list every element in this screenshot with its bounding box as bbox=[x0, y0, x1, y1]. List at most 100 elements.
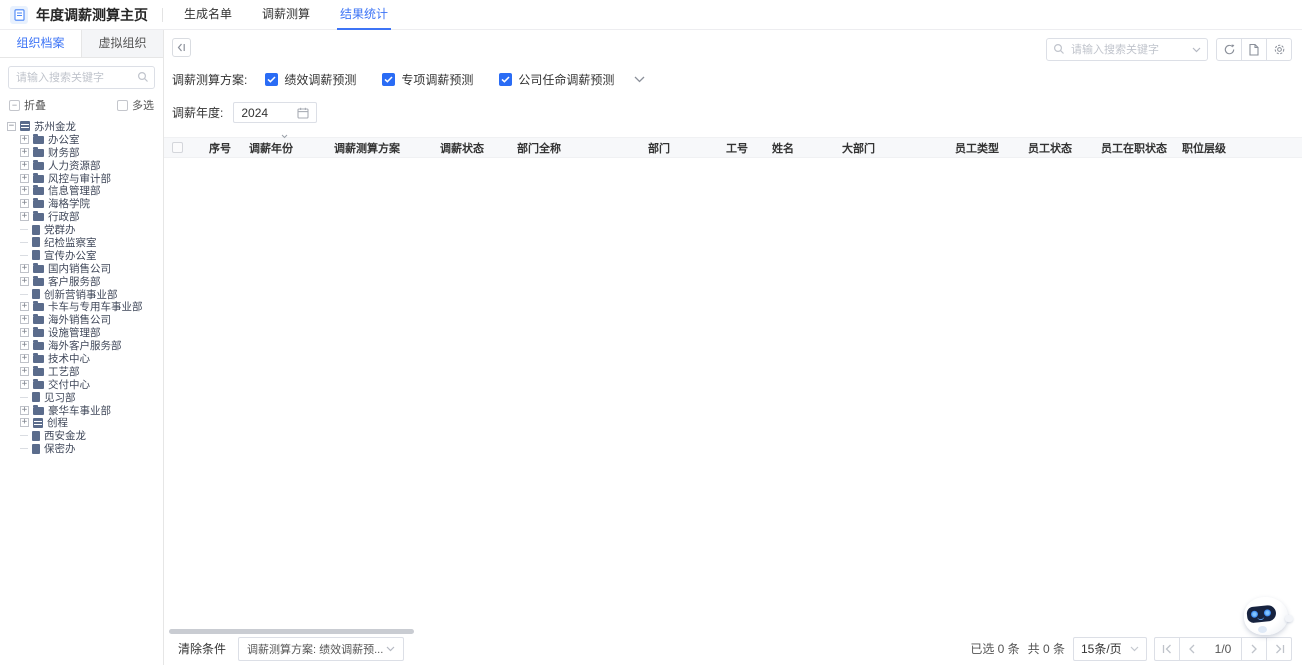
expand-node-icon[interactable]: + bbox=[20, 186, 29, 195]
tree-item[interactable]: +技术中心 bbox=[7, 352, 163, 365]
expand-node-icon[interactable]: + bbox=[20, 135, 29, 144]
expand-node-icon[interactable]: + bbox=[20, 367, 29, 376]
page-size-select[interactable]: 15条/页 bbox=[1073, 637, 1147, 661]
assistant-robot[interactable] bbox=[1244, 595, 1291, 637]
app-header: 年度调薪测算主页 生成名单调薪测算结果统计 bbox=[0, 0, 1302, 30]
header-divider bbox=[162, 8, 163, 22]
select-all-checkbox[interactable] bbox=[172, 142, 183, 153]
selected-count: 已选 0 条 bbox=[970, 640, 1019, 657]
prev-page-button[interactable] bbox=[1179, 637, 1205, 661]
checked-checkbox-icon[interactable] bbox=[265, 73, 278, 86]
expand-node-icon[interactable]: + bbox=[20, 174, 29, 183]
expand-node-icon[interactable]: + bbox=[20, 380, 29, 389]
folder-icon bbox=[33, 342, 44, 350]
filter-summary-select[interactable]: 调薪测算方案: 绩效调薪预... bbox=[238, 637, 404, 661]
collapse-node-icon[interactable]: − bbox=[7, 122, 16, 131]
table-search-input[interactable] bbox=[1046, 38, 1208, 61]
column-header-姓名: 姓名 bbox=[764, 138, 834, 157]
folder-icon bbox=[33, 149, 44, 157]
tree-item[interactable]: +办公室 bbox=[7, 133, 163, 146]
folder-icon bbox=[33, 368, 44, 376]
tree-item[interactable]: −苏州金龙 bbox=[7, 120, 163, 133]
expand-node-icon[interactable]: + bbox=[20, 328, 29, 337]
column-header-label: 部门全称 bbox=[517, 140, 561, 156]
column-header-label: 职位层级 bbox=[1182, 140, 1226, 156]
search-icon bbox=[137, 71, 149, 83]
folder-icon bbox=[33, 162, 44, 170]
page-size-value: 15条/页 bbox=[1081, 640, 1122, 657]
expand-node-icon[interactable]: + bbox=[20, 277, 29, 286]
robot-head-icon bbox=[1244, 597, 1288, 635]
org-search-input[interactable] bbox=[8, 66, 155, 89]
expand-node-icon[interactable]: + bbox=[20, 302, 29, 311]
collapse-all-control[interactable]: − 折叠 bbox=[9, 97, 46, 113]
refresh-button[interactable] bbox=[1216, 38, 1242, 61]
collapse-all-icon: − bbox=[9, 100, 20, 111]
tree-item[interactable]: 西安金龙 bbox=[7, 429, 163, 442]
horizontal-scrollbar[interactable] bbox=[169, 629, 414, 634]
plan-more-chevron-icon[interactable] bbox=[634, 76, 645, 83]
sidebar-tab-虚拟组织[interactable]: 虚拟组织 bbox=[82, 30, 163, 57]
expand-node-icon[interactable]: + bbox=[20, 264, 29, 273]
sidebar-tab-组织档案[interactable]: 组织档案 bbox=[0, 30, 82, 57]
checked-checkbox-icon[interactable] bbox=[382, 73, 395, 86]
multi-select-checkbox[interactable] bbox=[117, 100, 128, 111]
clear-filters-button[interactable]: 清除条件 bbox=[178, 640, 226, 657]
expand-node-icon[interactable]: + bbox=[20, 418, 29, 427]
sidebar-collapse-button[interactable] bbox=[172, 38, 191, 57]
org-tree: −苏州金龙+办公室+财务部+人力资源部+风控与审计部+信息管理部+海格学院+行政… bbox=[0, 117, 163, 665]
search-icon bbox=[1053, 43, 1065, 55]
settings-button[interactable] bbox=[1266, 38, 1292, 61]
tree-item[interactable]: +交付中心 bbox=[7, 378, 163, 391]
last-page-button[interactable] bbox=[1266, 637, 1292, 661]
column-header-工号: 工号 bbox=[718, 138, 764, 157]
column-header-label: 调薪状态 bbox=[440, 140, 484, 156]
next-page-button[interactable] bbox=[1241, 637, 1267, 661]
expand-node-icon[interactable]: + bbox=[20, 212, 29, 221]
column-header-label: 序号 bbox=[209, 140, 231, 156]
tree-item[interactable]: +海格学院 bbox=[7, 197, 163, 210]
column-header-员工类型: 员工类型 bbox=[947, 138, 1020, 157]
year-input[interactable]: 2024 bbox=[233, 102, 317, 123]
expand-node-icon[interactable]: + bbox=[20, 354, 29, 363]
export-button[interactable] bbox=[1241, 38, 1267, 61]
column-header-label: 调薪年份 bbox=[249, 140, 293, 156]
folder-icon bbox=[33, 355, 44, 363]
expand-node-icon[interactable]: + bbox=[20, 148, 29, 157]
tree-item[interactable]: +行政部 bbox=[7, 210, 163, 223]
column-header-调薪测算方案: 调薪测算方案 bbox=[326, 138, 432, 157]
folder-icon bbox=[33, 381, 44, 389]
multi-select-control[interactable]: 多选 bbox=[117, 97, 154, 113]
plan-checkbox-2[interactable]: 专项调薪预测 bbox=[382, 71, 473, 88]
company-icon bbox=[33, 418, 43, 428]
column-header-label: 部门 bbox=[648, 140, 670, 156]
expand-node-icon[interactable]: + bbox=[20, 406, 29, 415]
expand-node-icon[interactable]: + bbox=[20, 161, 29, 170]
tree-guide-line bbox=[20, 255, 28, 256]
plan-checkbox-1[interactable]: 绩效调薪预测 bbox=[265, 71, 356, 88]
checked-checkbox-icon[interactable] bbox=[499, 73, 512, 86]
first-page-button[interactable] bbox=[1154, 637, 1180, 661]
expand-node-icon[interactable]: + bbox=[20, 199, 29, 208]
column-header-label: 员工在职状态 bbox=[1101, 140, 1167, 156]
tab-调薪测算[interactable]: 调薪测算 bbox=[247, 0, 325, 30]
column-header-label: 调薪测算方案 bbox=[334, 140, 400, 156]
chevron-down-icon[interactable] bbox=[1192, 47, 1201, 53]
table-header-row: 序号调薪年份调薪测算方案调薪状态部门全称部门工号姓名大部门员工类型员工状态员工在… bbox=[164, 137, 1302, 158]
expand-node-icon[interactable]: + bbox=[20, 315, 29, 324]
column-header-调薪状态: 调薪状态 bbox=[432, 138, 509, 157]
expand-node-icon[interactable]: + bbox=[20, 341, 29, 350]
tab-结果统计[interactable]: 结果统计 bbox=[325, 0, 403, 30]
header-tabs: 生成名单调薪测算结果统计 bbox=[169, 0, 403, 30]
tree-item[interactable]: +豪华车事业部 bbox=[7, 404, 163, 417]
tree-item[interactable]: 保密办 bbox=[7, 442, 163, 455]
folder-icon bbox=[33, 200, 44, 208]
tree-guide-line bbox=[20, 294, 28, 295]
column-header-员工状态: 员工状态 bbox=[1020, 138, 1093, 157]
sort-caret-icon[interactable] bbox=[281, 134, 288, 139]
tab-生成名单[interactable]: 生成名单 bbox=[169, 0, 247, 30]
select-all-column bbox=[164, 138, 201, 157]
tree-guide-line bbox=[20, 229, 28, 230]
plan-checkbox-3[interactable]: 公司任命调薪预测 bbox=[499, 71, 614, 88]
app-document-icon bbox=[10, 6, 28, 24]
